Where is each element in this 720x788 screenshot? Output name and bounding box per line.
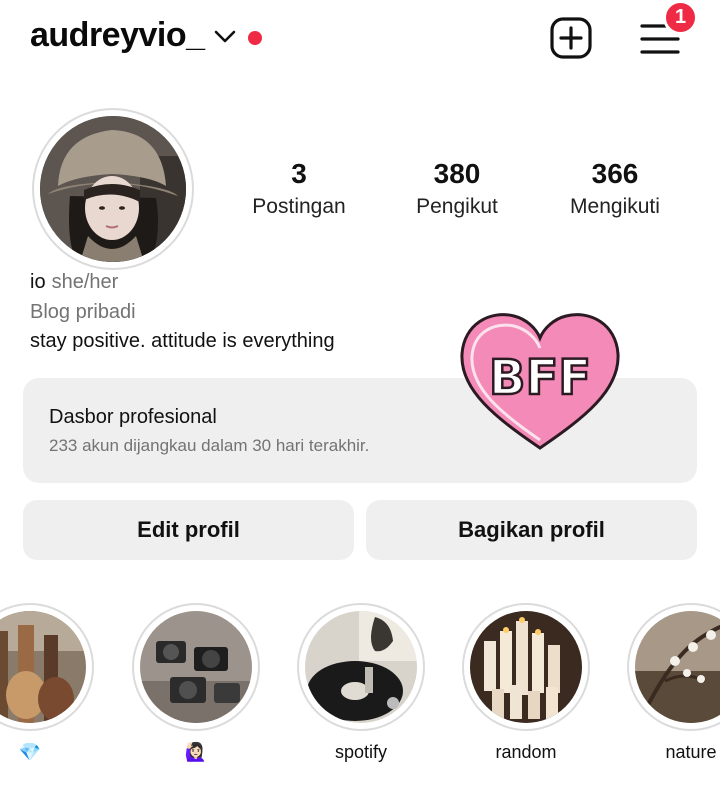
highlight-cover	[635, 611, 720, 723]
status-dot	[248, 31, 262, 45]
stat-followers[interactable]: 380 Pengikut	[387, 156, 527, 222]
highlight-item[interactable]: 💎	[0, 603, 94, 765]
stat-posts-label: Postingan	[252, 195, 346, 218]
pronouns: she/her	[51, 271, 119, 293]
chevron-down-icon[interactable]	[212, 26, 238, 46]
highlight-label: spotify	[334, 742, 388, 762]
edit-profile-button[interactable]: Edit profil	[23, 500, 354, 560]
stat-posts[interactable]: 3 Postingan	[229, 156, 369, 222]
highlight-cover	[0, 611, 86, 723]
stat-following[interactable]: 366 Mengikuti	[545, 156, 685, 222]
stat-following-count: 366	[591, 158, 639, 189]
highlight-item[interactable]: nature	[627, 603, 720, 765]
highlight-ring	[627, 603, 720, 731]
account-username[interactable]: audreyvio_	[30, 16, 205, 55]
sticker-text: BFF	[489, 350, 591, 406]
bio-name-line: io she/her	[30, 268, 118, 296]
highlight-ring	[297, 603, 425, 731]
stat-followers-count: 380	[433, 158, 481, 189]
stat-posts-count: 3	[291, 158, 307, 189]
highlight-item[interactable]: spotify	[297, 603, 425, 765]
highlight-cover	[140, 611, 252, 723]
highlight-item[interactable]: 🙋🏻‍♀️	[132, 603, 260, 765]
share-profile-button[interactable]: Bagikan profil	[366, 500, 697, 560]
new-post-icon[interactable]	[549, 16, 593, 60]
stat-followers-label: Pengikut	[416, 195, 498, 218]
bff-heart-sticker: BFF	[460, 313, 620, 450]
avatar-photo	[40, 116, 186, 262]
top-bar: audreyvio_ 1	[0, 0, 720, 80]
profile-name: io	[30, 271, 46, 293]
highlight-item[interactable]: random	[462, 603, 590, 765]
notification-badge: 1	[663, 0, 698, 35]
dashboard-title: Dasbor profesional	[49, 406, 217, 428]
highlight-label: nature	[665, 742, 717, 762]
highlight-label: 💎	[18, 742, 42, 762]
highlight-label: 🙋🏻‍♀️	[184, 742, 208, 762]
highlight-ring	[132, 603, 260, 731]
highlight-ring	[0, 603, 94, 731]
profile-category: Blog pribadi	[30, 301, 136, 323]
highlight-label: random	[495, 742, 557, 762]
highlight-cover	[470, 611, 582, 723]
dashboard-subtitle: 233 akun dijangkau dalam 30 hari terakhi…	[49, 436, 370, 455]
highlight-cover	[305, 611, 417, 723]
bio-text: stay positive. attitude is everything	[30, 330, 335, 352]
highlight-ring	[462, 603, 590, 731]
avatar[interactable]	[40, 116, 186, 262]
stat-following-label: Mengikuti	[570, 195, 660, 218]
